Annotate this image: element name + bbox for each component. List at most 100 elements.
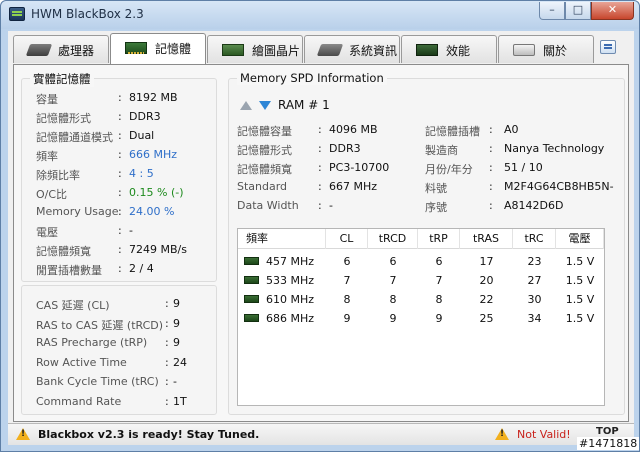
- row-label: O/C比: [36, 188, 68, 201]
- row-value: 9: [173, 297, 180, 310]
- row-colon: :: [318, 180, 322, 193]
- row-value: -: [329, 199, 333, 212]
- column-header[interactable]: tRAS: [460, 229, 513, 249]
- row-label: Bank Cycle Time (tRC): [36, 375, 159, 388]
- physical-memory-row: 閒置插槽數量:2 / 4: [36, 262, 216, 280]
- row-value: DDR3: [329, 142, 361, 155]
- tab-label: 記憶體: [155, 42, 192, 56]
- tab-system-info[interactable]: 系統資訊: [304, 35, 400, 63]
- physical-memory-row: 記憶體通道模式: Dual: [36, 129, 216, 147]
- options-icon[interactable]: [600, 40, 616, 54]
- row-value: PC3-10700: [329, 161, 390, 174]
- row-value: -: [129, 224, 133, 237]
- spd-row: 料號: M2F4G64CB8HB5N-: [425, 180, 625, 198]
- table-cell: 27: [527, 274, 542, 287]
- timing-row: RAS to CAS 延遲 (tRCD):9: [36, 317, 216, 335]
- table-cell: 7: [435, 274, 443, 287]
- table-cell: 610 MHz: [266, 293, 315, 306]
- spd-row: 製造商: Nanya Technology: [425, 142, 625, 160]
- table-cell: 457 MHz: [266, 255, 315, 268]
- column-header[interactable]: tRC: [513, 229, 556, 249]
- tab-performance[interactable]: 效能: [401, 35, 497, 63]
- column-header[interactable]: 頻率: [238, 229, 326, 249]
- table-cell: 8: [435, 293, 443, 306]
- previous-slot-arrow-icon[interactable]: [240, 101, 252, 110]
- row-value: 9: [173, 336, 180, 349]
- spd-row: Data Width: -: [237, 199, 417, 217]
- table-cell: 8: [389, 293, 397, 306]
- physical-memory-row: Memory Usage:24.00 %: [36, 205, 216, 223]
- timing-row: RAS Precharge (tRP):9: [36, 336, 216, 354]
- next-slot-arrow-icon[interactable]: [259, 101, 271, 110]
- row-label: 記憶體形式: [36, 112, 91, 125]
- row-colon: :: [118, 243, 122, 256]
- row-value: Dual: [129, 129, 155, 142]
- tab-memory[interactable]: 記憶體: [110, 33, 206, 64]
- tab-label: 關於: [543, 44, 568, 58]
- table-header-row: 頻率 CL tRCD tRP tRAS tRC 電壓: [238, 229, 604, 249]
- table-row[interactable]: 533 MHz 7 7 7 20 27 1.5 V: [238, 271, 604, 290]
- row-label: 電壓: [36, 226, 58, 239]
- physical-memory-row: 容量:8192 MB: [36, 91, 216, 109]
- spd-timing-table[interactable]: 頻率 CL tRCD tRP tRAS tRC 電壓 457 MHz 6 6 6 17 23 1.5 V…: [237, 228, 605, 406]
- row-value: 4 : 5: [129, 167, 154, 180]
- tab-cpu[interactable]: 處理器: [13, 35, 109, 63]
- row-value: DDR3: [129, 110, 161, 123]
- row-colon: :: [318, 142, 322, 155]
- row-label: Standard: [237, 180, 288, 193]
- column-header[interactable]: tRCD: [368, 229, 418, 249]
- table-row[interactable]: 457 MHz 6 6 6 17 23 1.5 V: [238, 252, 604, 271]
- table-cell: 9: [343, 312, 351, 325]
- row-colon: :: [118, 110, 122, 123]
- tab-label: 系統資訊: [349, 44, 398, 58]
- row-colon: :: [318, 123, 322, 136]
- app-window: HWM BlackBox 2.3 – □ ✕ 處理器 記憶體 繪圖晶片 系統資訊…: [0, 0, 640, 452]
- graphics-card-icon: [222, 44, 244, 56]
- spd-row: 月份/年分:51 / 10: [425, 161, 625, 179]
- table-cell: 17: [479, 255, 494, 268]
- column-header[interactable]: tRP: [418, 229, 460, 249]
- performance-icon: [416, 44, 438, 56]
- table-row[interactable]: 686 MHz 9 9 9 25 34 1.5 V: [238, 309, 604, 328]
- row-colon: :: [165, 336, 169, 349]
- validation-status: Not Valid!: [517, 428, 571, 441]
- row-colon: :: [118, 148, 122, 161]
- row-value: 8192 MB: [129, 91, 178, 104]
- ram-icon: [125, 42, 147, 54]
- row-label: RAS to CAS 延遲 (tRCD): [36, 318, 164, 332]
- table-cell: 22: [479, 293, 494, 306]
- tab-label: 效能: [446, 44, 471, 58]
- timing-row: Command Rate:1T: [36, 395, 216, 413]
- maximize-button[interactable]: □: [565, 2, 591, 20]
- column-header[interactable]: 電壓: [556, 229, 604, 249]
- row-label: 頻率: [36, 150, 58, 163]
- tab-graphics[interactable]: 繪圖晶片: [207, 35, 303, 63]
- table-cell: 30: [527, 293, 542, 306]
- row-value: 51 / 10: [504, 161, 543, 174]
- row-label: 閒置插槽數量: [36, 264, 102, 277]
- row-label: 除頻比率: [36, 169, 80, 182]
- spd-row: 序號: A8142D6D: [425, 199, 625, 217]
- row-colon: :: [489, 180, 493, 193]
- table-cell: 533 MHz: [266, 274, 315, 287]
- physical-memory-row: 記憶體形式: DDR3: [36, 110, 216, 128]
- table-cell: 1.5 V: [565, 274, 595, 287]
- row-value: 4096 MB: [329, 123, 378, 136]
- row-value: A0: [504, 123, 519, 136]
- table-row[interactable]: 610 MHz 8 8 8 22 30 1.5 V: [238, 290, 604, 309]
- row-value: A8142D6D: [504, 199, 564, 212]
- table-cell: 6: [343, 255, 351, 268]
- title-bar[interactable]: HWM BlackBox 2.3 – □ ✕: [1, 1, 639, 29]
- column-header[interactable]: CL: [326, 229, 368, 249]
- row-label: 容量: [36, 93, 58, 106]
- row-label: Memory Usage: [36, 205, 119, 218]
- row-colon: :: [118, 262, 122, 275]
- spd-row: 記憶體頻寬: PC3-10700: [237, 161, 417, 179]
- close-button[interactable]: ✕: [591, 2, 634, 20]
- row-label: CAS 延遲 (CL): [36, 299, 110, 312]
- physical-memory-row: 除頻比率:4 : 5: [36, 167, 216, 185]
- tab-about[interactable]: 關於: [498, 35, 594, 63]
- row-value: M2F4G64CB8HB5N-: [504, 180, 614, 193]
- minimize-button[interactable]: –: [539, 2, 565, 20]
- row-colon: :: [489, 142, 493, 155]
